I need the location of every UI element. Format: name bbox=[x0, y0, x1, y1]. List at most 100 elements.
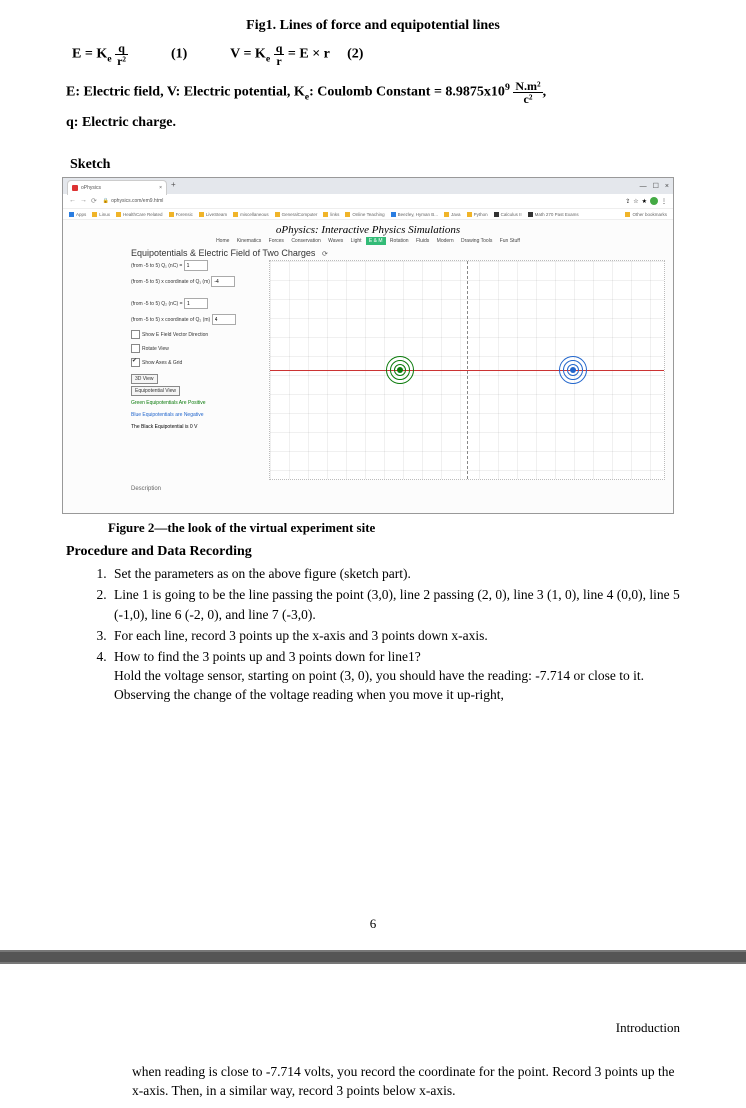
bm-folder[interactable]: Linux bbox=[92, 212, 110, 217]
charge-q2[interactable] bbox=[559, 356, 587, 384]
slider-x1[interactable]: (from -5 to 5) x coordinate of Q₁ (m) bbox=[131, 276, 261, 287]
menu-item[interactable]: Modern bbox=[434, 238, 457, 244]
menu-item[interactable]: Kinematics bbox=[234, 238, 264, 244]
bm-folder[interactable]: miscellaneous bbox=[233, 212, 269, 217]
equipotential-view-button[interactable]: Equipotential View bbox=[131, 386, 180, 396]
extension-icon[interactable]: ★ bbox=[642, 198, 647, 205]
show-efield-checkbox[interactable] bbox=[131, 330, 140, 339]
q2-input[interactable] bbox=[184, 298, 208, 309]
parameter-definitions: E: Electric field, V: Electric potential… bbox=[66, 77, 680, 139]
menu-item[interactable]: Forces bbox=[266, 238, 287, 244]
eq2-fraction: q r bbox=[274, 42, 285, 67]
lock-icon: 🔒 bbox=[103, 198, 109, 204]
bm-folder[interactable]: Java bbox=[444, 212, 461, 217]
fig2-caption: Figure 2—the look of the virtual experim… bbox=[108, 520, 680, 536]
eq2-lhs: V = K bbox=[230, 47, 266, 62]
procedure-heading: Procedure and Data Recording bbox=[66, 544, 680, 560]
site-title: oPhysics: Interactive Physics Simulation… bbox=[63, 220, 673, 236]
bookmarks-bar: Apps Linux HealthCare Related Forensic L… bbox=[63, 209, 673, 220]
rotate-view-checkbox[interactable] bbox=[131, 344, 140, 353]
bm-apps[interactable]: Apps bbox=[69, 212, 86, 217]
bm-folder[interactable]: HealthCare Related bbox=[116, 212, 163, 217]
eq2-mid: = E × r bbox=[288, 47, 330, 62]
bm-link[interactable]: Beezley, Hyman B... bbox=[391, 212, 438, 217]
bm-folder[interactable]: links bbox=[323, 212, 339, 217]
bm-folder[interactable]: GeneralComputer bbox=[275, 212, 318, 217]
menu-item[interactable]: Fun Stuff bbox=[497, 238, 523, 244]
x2-input[interactable] bbox=[212, 314, 236, 325]
browser-tab[interactable]: oPhysics × bbox=[67, 180, 167, 195]
sim-heading: Equipotentials & Electric Field of Two C… bbox=[63, 248, 673, 260]
3d-view-button[interactable]: 3D View bbox=[131, 374, 158, 384]
menu-item[interactable]: Drawing Tools bbox=[458, 238, 495, 244]
share-icon[interactable]: ⇪ bbox=[625, 198, 630, 205]
profile-avatar-icon[interactable] bbox=[650, 197, 658, 205]
menu-item[interactable]: Waves bbox=[325, 238, 346, 244]
units-fraction: N.m² c² bbox=[513, 80, 542, 105]
forward-icon[interactable]: → bbox=[80, 197, 87, 205]
new-tab-button[interactable]: + bbox=[171, 180, 176, 194]
eq1-number: (1) bbox=[171, 47, 187, 62]
eq2-number: (2) bbox=[347, 47, 363, 62]
tab-close-icon[interactable]: × bbox=[159, 185, 162, 191]
slider-q2[interactable]: (from -5 to 5) Q₂ (nC) = bbox=[131, 298, 261, 309]
header-introduction: Introduction bbox=[66, 1020, 680, 1036]
fig1-title: Fig1. Lines of force and equipotential l… bbox=[66, 18, 680, 34]
eq1-lhs: E = K bbox=[72, 47, 107, 62]
menu-item[interactable]: Home bbox=[213, 238, 232, 244]
equation-row: E = Ke q r² (1) V = Ke q r = E × r (2) bbox=[66, 42, 680, 67]
charge-q1[interactable] bbox=[386, 356, 414, 384]
favicon-icon bbox=[72, 185, 78, 191]
menu-item[interactable]: Fluids bbox=[413, 238, 432, 244]
sim-description-label: Description bbox=[63, 484, 673, 492]
menu-item[interactable]: Rotation bbox=[387, 238, 412, 244]
page-2: Introduction when reading is close to -7… bbox=[0, 964, 746, 1108]
nav-buttons: ← → ⟳ bbox=[69, 197, 97, 205]
refresh-icon[interactable]: ⟳ bbox=[318, 251, 328, 258]
maximize-icon[interactable]: ☐ bbox=[653, 182, 659, 190]
sim-controls: (from -5 to 5) Q₁ (nC) = (from -5 to 5) … bbox=[131, 260, 261, 480]
bm-link[interactable]: Math 270 Past Exams bbox=[528, 212, 579, 217]
close-window-icon[interactable]: × bbox=[665, 183, 669, 190]
reload-icon[interactable]: ⟳ bbox=[91, 197, 97, 205]
browser-screenshot: oPhysics × + — ☐ × ← → ⟳ 🔒 ophysics.com/… bbox=[62, 177, 674, 514]
page-break bbox=[0, 950, 746, 964]
page-1: Fig1. Lines of force and equipotential l… bbox=[0, 0, 746, 950]
menu-dots-icon[interactable]: ⋮ bbox=[661, 198, 667, 205]
bm-folder[interactable]: Online Teaching bbox=[345, 212, 384, 217]
bm-other[interactable]: Other bookmarks bbox=[625, 212, 667, 217]
minimize-icon[interactable]: — bbox=[640, 183, 647, 190]
menu-item[interactable]: Light bbox=[348, 238, 365, 244]
sketch-heading: Sketch bbox=[66, 157, 680, 173]
x1-input[interactable] bbox=[211, 276, 235, 287]
eq1-fraction: q r² bbox=[115, 42, 128, 67]
menu-item[interactable]: Conservation bbox=[288, 238, 323, 244]
window-controls: — ☐ × bbox=[640, 178, 673, 194]
address-bar: ← → ⟳ 🔒 ophysics.com/em9.html ⇪ ☆ ★ ⋮ bbox=[63, 194, 673, 209]
bm-folder[interactable]: Forensic bbox=[169, 212, 193, 217]
procedure-step-2: Line 1 is going to be the line passing t… bbox=[110, 585, 680, 623]
bm-folder[interactable]: LiveSteam bbox=[199, 212, 227, 217]
procedure-continuation: when reading is close to -7.714 volts, y… bbox=[66, 1062, 680, 1100]
url-field[interactable]: 🔒 ophysics.com/em9.html bbox=[103, 198, 163, 204]
site-menu: Home Kinematics Forces Conservation Wave… bbox=[63, 236, 673, 248]
q1-input[interactable] bbox=[184, 260, 208, 271]
slider-x2[interactable]: (from -5 to 5) x coordinate of Q₂ (m) bbox=[131, 314, 261, 325]
slider-q1[interactable]: (from -5 to 5) Q₁ (nC) = bbox=[131, 260, 261, 271]
procedure-step-1: Set the parameters as on the above figur… bbox=[110, 564, 680, 583]
show-axes-checkbox[interactable] bbox=[131, 358, 140, 367]
legend-green: Green Equipotentials Are Positive bbox=[131, 400, 261, 407]
menu-item-active[interactable]: E & M bbox=[366, 237, 386, 245]
browser-tabbar: oPhysics × + — ☐ × bbox=[63, 178, 673, 194]
back-icon[interactable]: ← bbox=[69, 197, 76, 205]
sim-graph[interactable] bbox=[269, 260, 665, 480]
procedure-list: Set the parameters as on the above figur… bbox=[110, 564, 680, 704]
bookmark-star-icon[interactable]: ☆ bbox=[633, 198, 638, 205]
legend-blue: Blue Equipotentials are Negative bbox=[131, 412, 261, 419]
procedure-step-3: For each line, record 3 points up the x-… bbox=[110, 626, 680, 645]
legend-black: The Black Equipotential is 0 V bbox=[131, 424, 261, 431]
sim-body: (from -5 to 5) Q₁ (nC) = (from -5 to 5) … bbox=[63, 260, 673, 484]
bm-folder[interactable]: Python bbox=[467, 212, 488, 217]
bm-link[interactable]: Calculus II bbox=[494, 212, 522, 217]
procedure-step-4: How to find the 3 points up and 3 points… bbox=[110, 647, 680, 704]
